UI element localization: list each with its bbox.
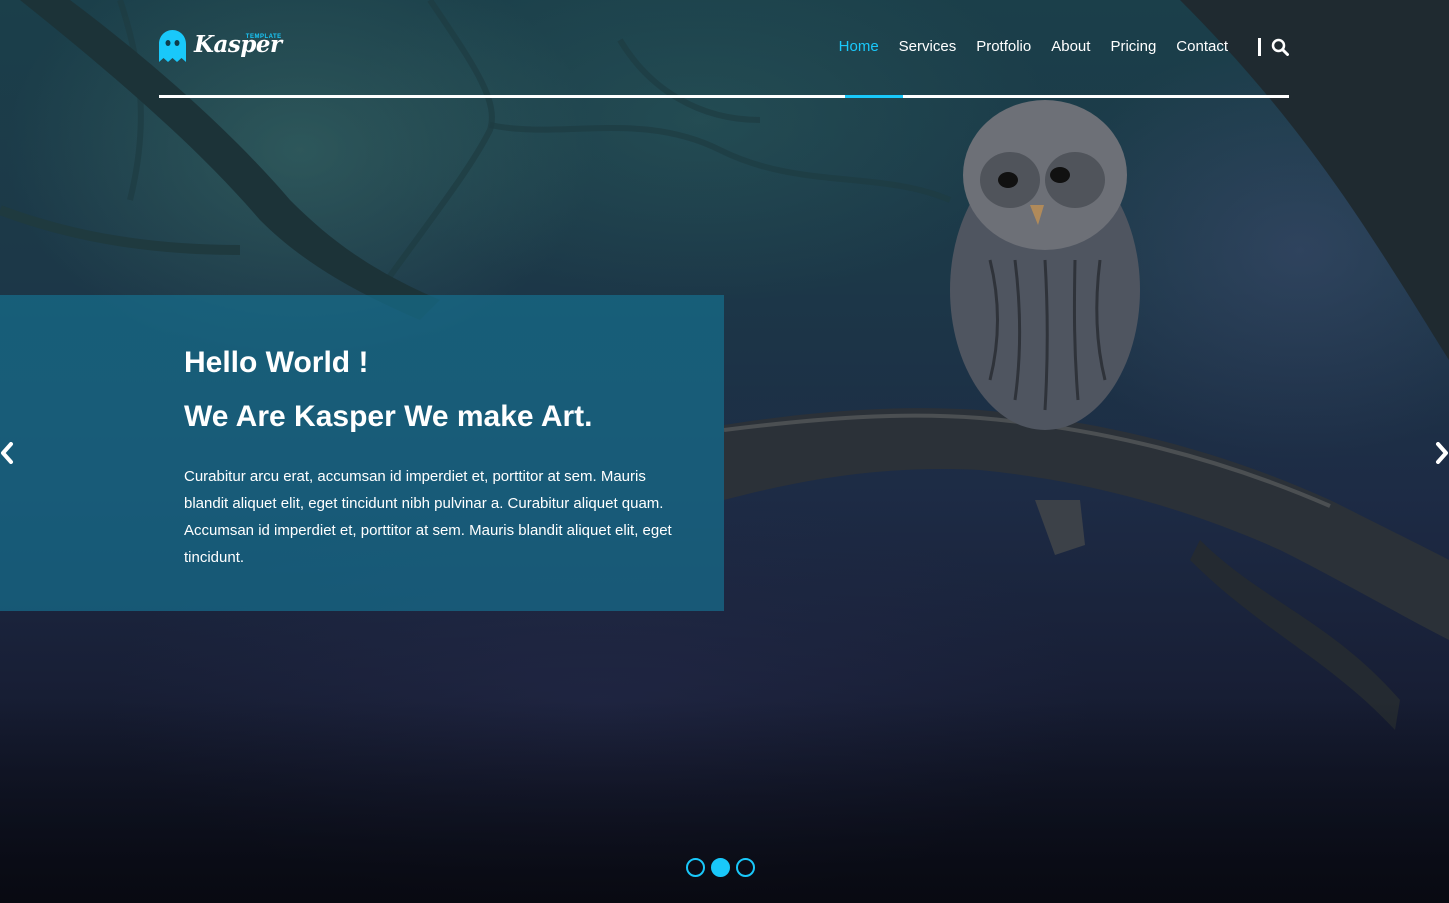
search-icon[interactable]	[1271, 38, 1289, 56]
site-header: TEMPLATE Kasper Home Services Protfolio …	[159, 0, 1289, 98]
nav-divider	[1258, 38, 1261, 56]
header-underline	[159, 95, 1289, 98]
brand-tag: TEMPLATE	[245, 34, 282, 40]
chevron-left-icon[interactable]	[0, 442, 14, 464]
slider-bullet-1[interactable]	[686, 858, 705, 877]
slide-title: Hello World !	[184, 346, 369, 379]
brand-logo[interactable]: TEMPLATE Kasper	[159, 28, 282, 62]
nav-item-home[interactable]: Home	[839, 36, 879, 58]
nav-item-portfolio[interactable]: Protfolio	[976, 36, 1031, 58]
chevron-right-icon[interactable]	[1435, 442, 1449, 464]
slider-bullet-3[interactable]	[736, 858, 755, 877]
brand-wordmark: TEMPLATE Kasper	[194, 28, 282, 62]
nav-item-services[interactable]: Services	[899, 36, 957, 58]
slider-bullet-2[interactable]	[711, 858, 730, 877]
ghost-icon	[159, 30, 186, 62]
main-nav: Home Services Protfolio About Pricing Co…	[819, 36, 1289, 58]
nav-item-contact[interactable]: Contact	[1176, 36, 1228, 58]
nav-item-about[interactable]: About	[1051, 36, 1090, 58]
slide-description: Curabitur arcu erat, accumsan id imperdi…	[184, 468, 672, 566]
slider-bullets	[686, 858, 755, 877]
slide-subtitle: We Are Kasper We make Art.	[184, 400, 593, 433]
nav-item-pricing[interactable]: Pricing	[1110, 36, 1156, 58]
active-nav-indicator	[845, 95, 903, 98]
